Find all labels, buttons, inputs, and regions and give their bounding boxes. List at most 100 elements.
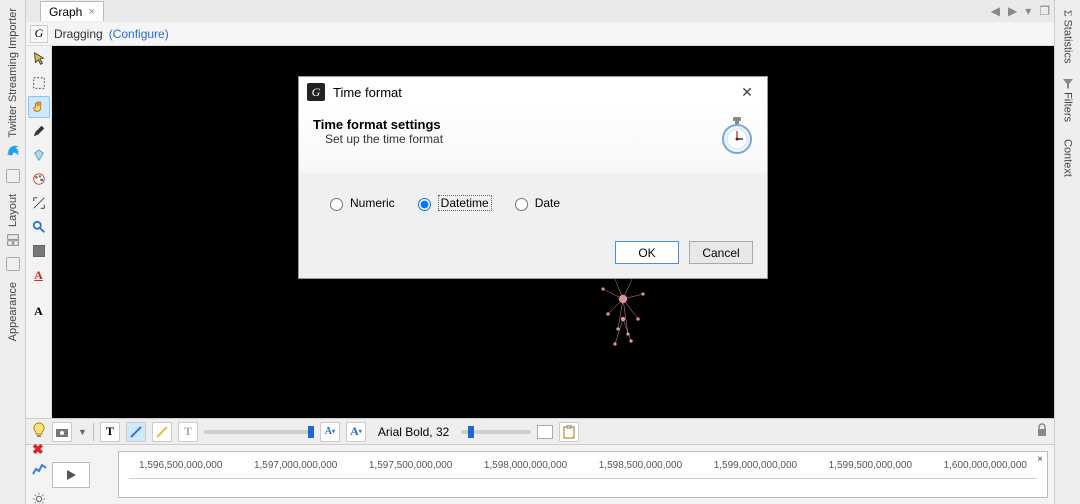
timeline-track[interactable]: × 1,596,500,000,000 1,597,000,000,000 1,…	[118, 451, 1048, 498]
tool-marquee[interactable]	[28, 72, 50, 94]
dialog-titlebar[interactable]: G Time format ✕	[299, 77, 767, 107]
radio-input[interactable]	[330, 198, 343, 211]
dialog-heading: Time format settings	[313, 117, 443, 132]
radio-input[interactable]	[418, 198, 431, 211]
tab-next-icon[interactable]: ▶	[1004, 4, 1021, 18]
configure-link[interactable]: (Configure)	[109, 27, 169, 41]
tool-square[interactable]	[28, 240, 50, 262]
timeline-play-button[interactable]	[52, 462, 90, 488]
tick-label: 1,597,000,000,000	[254, 460, 337, 471]
tab-prev-icon[interactable]: ◀	[987, 4, 1004, 18]
radio-numeric[interactable]: Numeric	[325, 195, 395, 211]
tool-text-color[interactable]: A	[28, 264, 50, 286]
marquee-icon	[32, 76, 46, 90]
font-selector[interactable]: Arial Bold, 32	[372, 425, 455, 439]
panel-twitter-streaming-importer[interactable]: Twitter Streaming Importer	[5, 0, 21, 165]
timeline-controls: ✖	[26, 445, 118, 504]
dock-toggle-icon[interactable]	[6, 169, 20, 183]
dialog-body: Numeric Datetime Date	[299, 173, 767, 233]
app-root: Twitter Streaming Importer Layout Appear…	[0, 0, 1080, 504]
dock-toggle-icon[interactable]	[6, 257, 20, 271]
tick-label: 1,597,500,000,000	[369, 460, 452, 471]
tool-diamond[interactable]	[28, 144, 50, 166]
panel-appearance[interactable]: Appearance	[5, 274, 21, 349]
cancel-button[interactable]: Cancel	[689, 241, 753, 264]
diamond-icon	[32, 148, 46, 162]
graph-content	[593, 269, 653, 349]
close-icon[interactable]: ×	[88, 6, 94, 18]
tool-hand[interactable]	[28, 96, 50, 118]
tab-menu-icon[interactable]: ▾	[1021, 4, 1035, 18]
ok-button[interactable]: OK	[615, 241, 679, 264]
toggle-labels-button[interactable]: T	[100, 422, 120, 442]
timeline-rule	[129, 478, 1037, 479]
gephi-logo-icon: G	[30, 25, 48, 43]
node-label-icon	[130, 426, 142, 438]
sigma-icon: Σ	[1062, 10, 1074, 16]
lightbulb-icon[interactable]	[32, 422, 46, 441]
tab-strip: Graph × ◀ ▶ ▾ ❐	[26, 0, 1054, 22]
graph-toolbox: A A	[26, 46, 52, 418]
radio-label[interactable]: Numeric	[350, 196, 395, 210]
radio-label[interactable]: Date	[535, 196, 560, 210]
clipboard-icon	[563, 425, 575, 439]
magnifier-icon	[32, 220, 46, 234]
label-toolbar: ▼ T T A▾ A▾ Arial Bold, 32	[26, 418, 1054, 444]
funnel-icon	[1062, 79, 1074, 92]
label-size-slider[interactable]	[461, 430, 531, 434]
tick-label: 1,599,500,000,000	[829, 460, 912, 471]
right-panel-strip: Σ Statistics Filters Context	[1054, 0, 1080, 504]
text-color-icon: A	[34, 268, 43, 283]
tool-arrow[interactable]	[28, 48, 50, 70]
tool-zoom[interactable]	[28, 216, 50, 238]
dialog-subheading: Set up the time format	[325, 132, 443, 146]
radio-label[interactable]: Datetime	[438, 195, 492, 211]
undock-icon[interactable]: ❐	[1035, 4, 1054, 18]
tab-graph[interactable]: Graph ×	[40, 1, 104, 21]
tool-palette[interactable]	[28, 168, 50, 190]
time-format-dialog: G Time format ✕ Time format settings Set…	[298, 76, 768, 279]
tick-label: 1,596,500,000,000	[139, 460, 222, 471]
panel-context[interactable]: Context	[1060, 131, 1076, 185]
a-minus-icon: A	[325, 426, 332, 437]
text-mode-button[interactable]: T	[178, 422, 198, 442]
dialog-close-button[interactable]: ✕	[735, 84, 759, 101]
square-icon	[33, 245, 45, 257]
palette-icon	[32, 172, 46, 186]
camera-icon	[56, 427, 68, 437]
dropdown-icon[interactable]: ▼	[78, 427, 87, 437]
separator	[93, 423, 94, 441]
radio-input[interactable]	[515, 198, 528, 211]
attributes-button[interactable]	[559, 422, 579, 442]
lock-icon[interactable]	[1036, 423, 1048, 440]
timeline-close-button[interactable]: ✖	[32, 441, 44, 458]
edge-weight-slider[interactable]	[204, 430, 314, 434]
panel-label: Twitter Streaming Importer	[7, 8, 19, 138]
panel-statistics[interactable]: Σ Statistics	[1060, 2, 1076, 71]
font-decrease-button[interactable]: A▾	[320, 422, 340, 442]
tool-size[interactable]	[28, 192, 50, 214]
timeline-chart-icon[interactable]	[32, 462, 48, 488]
layout-icon	[7, 231, 19, 246]
font-increase-button[interactable]: A▾	[346, 422, 366, 442]
panel-layout[interactable]: Layout	[5, 186, 21, 254]
tick-label: 1,598,500,000,000	[599, 460, 682, 471]
panel-filters[interactable]: Filters	[1060, 71, 1076, 130]
screenshot-button[interactable]	[52, 422, 72, 442]
sizer-icon	[32, 196, 46, 210]
timeline-settings-icon[interactable]	[32, 492, 46, 504]
dialog-header: Time format settings Set up the time for…	[299, 107, 767, 173]
stopwatch-icon	[721, 117, 753, 155]
panel-label: Layout	[7, 194, 19, 227]
radio-date[interactable]: Date	[510, 195, 560, 211]
edge-label-mode[interactable]	[152, 422, 172, 442]
panel-label: Context	[1062, 139, 1074, 177]
tool-pen[interactable]	[28, 120, 50, 142]
edge-label-icon	[156, 426, 168, 438]
play-icon	[65, 469, 77, 481]
color-swatch[interactable]	[537, 425, 553, 439]
node-label-mode[interactable]	[126, 422, 146, 442]
tool-text-default[interactable]: A	[28, 300, 50, 322]
radio-datetime[interactable]: Datetime	[413, 195, 492, 211]
left-panel-strip: Twitter Streaming Importer Layout Appear…	[0, 0, 26, 504]
